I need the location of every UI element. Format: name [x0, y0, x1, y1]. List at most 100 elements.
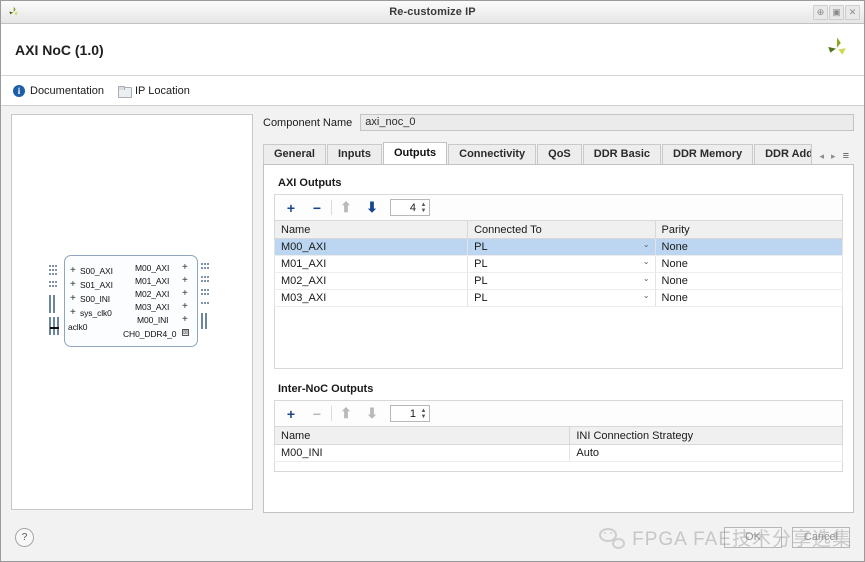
expand-icon-m00-ini[interactable]: +	[182, 315, 188, 325]
chevron-down-icon[interactable]: ⌄	[643, 291, 650, 300]
dialog-body: + S00_AXI + S01_AXI + S00_INI + sys_clk0…	[1, 106, 864, 514]
cell-parity[interactable]: None	[654, 238, 844, 256]
inter-noc-count-stepper[interactable]: 1 ▲ ▼	[390, 405, 430, 422]
tab-ddr-address[interactable]: DDR Addre	[754, 144, 813, 165]
connected-to-value: PL	[474, 292, 488, 304]
column-header-parity[interactable]: Parity	[654, 220, 844, 239]
column-header-name[interactable]: Name	[273, 220, 469, 239]
connected-to-value: PL	[474, 241, 488, 253]
cell-parity[interactable]: None	[654, 289, 844, 307]
settings-tabbar: General Inputs Outputs Connectivity QoS …	[263, 142, 854, 165]
component-name-row: Component Name axi_noc_0	[263, 114, 854, 131]
ini-add-button[interactable]: +	[278, 402, 304, 426]
table-header-row: Name Connected To Parity	[273, 220, 844, 239]
tab-ddr-basic[interactable]: DDR Basic	[582, 144, 662, 165]
close-button[interactable]: ✕	[845, 4, 860, 20]
ini-move-up-button[interactable]: ⬆	[333, 402, 359, 426]
stepper-arrows-icon[interactable]: ▲ ▼	[420, 200, 427, 215]
port-label-s00-ini: S00_INI	[80, 294, 111, 304]
cell-parity[interactable]: None	[654, 272, 844, 290]
chevron-down-icon[interactable]: ⌄	[643, 240, 650, 249]
port-label-aclk0: aclk0	[68, 322, 88, 332]
axi-outputs-table[interactable]: Name Connected To Parity M00_AXI PL ⌄ No…	[273, 220, 844, 307]
column-header-strategy[interactable]: INI Connection Strategy	[569, 426, 843, 445]
cell-name[interactable]: M00_AXI	[273, 238, 469, 256]
right-bus-stubs	[201, 259, 214, 339]
table-row[interactable]: M00_AXI PL ⌄ None	[273, 238, 844, 256]
expand-icon-m03-axi[interactable]: +	[182, 302, 188, 312]
cell-name[interactable]: M00_INI	[273, 444, 571, 462]
header-xilinx-logo-icon	[824, 35, 850, 64]
tab-outputs[interactable]: Outputs	[382, 142, 448, 165]
cell-connected-to[interactable]: PL ⌄	[467, 255, 656, 273]
axi-move-down-button[interactable]: ⬇	[359, 196, 385, 220]
ddr-interface-icon[interactable]: ⊠	[182, 329, 189, 336]
chevron-down-icon[interactable]: ⌄	[643, 257, 650, 266]
column-header-name[interactable]: Name	[273, 426, 571, 445]
connected-to-value: PL	[474, 275, 488, 287]
ip-block-diagram: + S00_AXI + S01_AXI + S00_INI + sys_clk0…	[46, 255, 216, 347]
inter-noc-outputs-table[interactable]: Name INI Connection Strategy M00_INI Aut…	[273, 426, 843, 462]
chevron-right-icon[interactable]: ▸	[831, 151, 836, 162]
cell-connected-to[interactable]: PL ⌄	[467, 272, 656, 290]
window-titlebar: Re-customize IP ⊕ ▣ ✕	[1, 1, 864, 24]
ok-button[interactable]: OK	[724, 527, 782, 548]
component-name-input[interactable]: axi_noc_0	[360, 114, 854, 131]
connected-to-value: PL	[474, 258, 488, 270]
port-label-m02-axi: M02_AXI	[135, 289, 170, 299]
chevron-left-icon[interactable]: ◂	[820, 151, 825, 162]
chevron-down-icon[interactable]: ⌄	[643, 274, 650, 283]
toolbar-divider	[331, 200, 332, 215]
axi-outputs-count-stepper[interactable]: 4 ▲ ▼	[390, 199, 430, 216]
settings-panel: Component Name axi_noc_0 General Inputs …	[263, 114, 854, 514]
expand-icon-m00-axi[interactable]: +	[182, 263, 188, 273]
expand-icon-s00-axi[interactable]: +	[70, 266, 76, 276]
maximize-button[interactable]: ▣	[829, 4, 844, 20]
tab-inputs[interactable]: Inputs	[326, 144, 382, 165]
table-row[interactable]: M03_AXI PL ⌄ None	[273, 289, 844, 307]
cell-connected-to[interactable]: PL ⌄	[467, 238, 656, 256]
expand-icon-s00-ini[interactable]: +	[70, 294, 76, 304]
tab-general[interactable]: General	[263, 144, 326, 165]
expand-icon-m01-axi[interactable]: +	[182, 276, 188, 286]
cell-connected-to[interactable]: PL ⌄	[467, 289, 656, 307]
tab-connectivity[interactable]: Connectivity	[448, 144, 537, 165]
cell-name[interactable]: M01_AXI	[273, 255, 469, 273]
port-label-m00-axi: M00_AXI	[135, 263, 170, 273]
ip-symbol-preview[interactable]: + S00_AXI + S01_AXI + S00_INI + sys_clk0…	[11, 114, 253, 510]
table-row[interactable]: M00_INI Auto	[273, 444, 843, 462]
cancel-button[interactable]: Cancel	[792, 527, 850, 548]
cell-name[interactable]: M03_AXI	[273, 289, 469, 307]
inter-noc-outputs-title: Inter-NoC Outputs	[278, 383, 374, 395]
ini-move-down-button[interactable]: ⬇	[359, 402, 385, 426]
tab-qos[interactable]: QoS	[537, 144, 582, 165]
help-button[interactable]: ?	[15, 528, 34, 547]
axi-add-button[interactable]: +	[278, 196, 304, 220]
hamburger-menu-icon[interactable]: ≡	[843, 150, 849, 162]
port-label-m01-axi: M01_AXI	[135, 276, 170, 286]
table-row[interactable]: M02_AXI PL ⌄ None	[273, 272, 844, 290]
stepper-arrows-icon[interactable]: ▲ ▼	[420, 406, 427, 421]
ip-location-link[interactable]: IP Location	[118, 84, 190, 98]
expand-icon-m02-axi[interactable]: +	[182, 289, 188, 299]
axi-outputs-title: AXI Outputs	[278, 177, 342, 189]
axi-remove-button[interactable]: −	[304, 196, 330, 220]
pin-button[interactable]: ⊕	[813, 4, 828, 20]
port-label-m03-axi: M03_AXI	[135, 302, 170, 312]
documentation-link[interactable]: i Documentation	[13, 84, 104, 97]
axi-move-up-button[interactable]: ⬆	[333, 196, 359, 220]
port-label-sys-clk0: sys_clk0	[80, 308, 112, 318]
titlebar-xilinx-logo-icon	[1, 5, 27, 19]
expand-icon-s01-axi[interactable]: +	[70, 280, 76, 290]
table-row[interactable]: M01_AXI PL ⌄ None	[273, 255, 844, 273]
recustomize-ip-window: Re-customize IP ⊕ ▣ ✕ AXI NoC (1.0) i Do…	[0, 0, 865, 562]
expand-icon-sys-clk0[interactable]: +	[70, 308, 76, 318]
cell-parity[interactable]: None	[654, 255, 844, 273]
port-label-m00-ini: M00_INI	[137, 315, 169, 325]
cell-name[interactable]: M02_AXI	[273, 272, 469, 290]
column-header-connected-to[interactable]: Connected To	[467, 220, 656, 239]
tab-ddr-memory[interactable]: DDR Memory	[662, 144, 754, 165]
ip-location-label: IP Location	[135, 84, 190, 97]
ini-remove-button[interactable]: −	[304, 402, 330, 426]
cell-strategy[interactable]: Auto	[569, 444, 843, 462]
